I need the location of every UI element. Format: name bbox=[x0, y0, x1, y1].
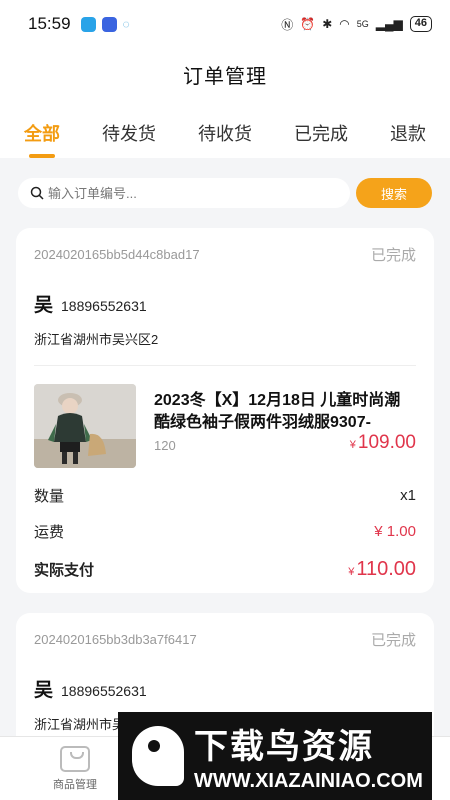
battery-indicator: 46 bbox=[409, 16, 432, 32]
child-photo-illustration bbox=[34, 384, 136, 468]
quantity-value: x1 bbox=[400, 486, 416, 504]
product-row[interactable]: 2023冬【X】12月18日 儿童时尚潮酷绿色袖子假两件羽绒服9307- 120… bbox=[34, 366, 416, 477]
price-amount: 109.00 bbox=[357, 432, 416, 453]
signal-icon: ▂▄▆ bbox=[375, 17, 403, 31]
alarm-icon: ⏰ bbox=[300, 17, 316, 31]
search-icon bbox=[30, 186, 44, 200]
shopping-bag-icon bbox=[60, 745, 90, 772]
order-number: 2024020165bb5d44c8bad17 bbox=[34, 246, 200, 262]
status-left: 15:59 ◌ bbox=[28, 14, 130, 34]
order-number: 2024020165bb3db3a7f6417 bbox=[34, 631, 197, 647]
order-tabs: 全部 待发货 待收货 已完成 退款 bbox=[0, 100, 450, 158]
tab-refund[interactable]: 退款 bbox=[390, 120, 426, 158]
watermark-text: 下载鸟资源 WWW.XIAZAINIAO.COM bbox=[194, 719, 423, 793]
status-bar: 15:59 ◌ Ⓝ ⏰ ✱ ◠ 5G ▂▄▆ 46 bbox=[0, 0, 450, 48]
tab-pending-receipt[interactable]: 待收货 bbox=[198, 120, 252, 158]
product-info: 2023冬【X】12月18日 儿童时尚潮酷绿色袖子假两件羽绒服9307- 120… bbox=[154, 384, 416, 477]
watermark-banner: 下载鸟资源 WWW.XIAZAINIAO.COM bbox=[118, 712, 432, 800]
status-time: 15:59 bbox=[28, 14, 71, 33]
shipping-row: 运费 ¥ 1.00 bbox=[34, 513, 416, 549]
bird-logo-icon bbox=[132, 726, 184, 786]
quantity-row: 数量 x1 bbox=[34, 477, 416, 513]
watermark-title: 下载鸟资源 bbox=[194, 728, 374, 766]
price-currency: ¥ bbox=[349, 439, 356, 451]
product-price: ¥109.00 bbox=[350, 432, 416, 454]
bluetooth-icon: ✱ bbox=[322, 17, 333, 31]
page-title: 订单管理 bbox=[183, 65, 267, 88]
quantity-label: 数量 bbox=[34, 487, 65, 505]
buyer-phone: 18896552631 bbox=[61, 683, 147, 699]
page-header: 订单管理 bbox=[0, 48, 450, 100]
wifi-icon: ◠ bbox=[339, 17, 350, 31]
order-status: 已完成 bbox=[370, 631, 416, 649]
order-status: 已完成 bbox=[370, 246, 416, 264]
shipping-label: 运费 bbox=[34, 523, 65, 541]
buyer-row: 吴 18896552631 bbox=[34, 675, 416, 702]
search-row: 搜索 bbox=[0, 158, 450, 208]
buyer-phone: 18896552631 bbox=[61, 298, 147, 314]
buyer-name: 吴 bbox=[34, 680, 54, 701]
buyer-address: 浙江省湖州市吴兴区2 bbox=[34, 329, 416, 366]
nav-label: 商品管理 bbox=[53, 778, 97, 791]
paid-amount: 110.00 bbox=[356, 557, 416, 580]
order-header: 2024020165bb5d44c8bad17 已完成 bbox=[34, 228, 416, 280]
status-right: Ⓝ ⏰ ✱ ◠ 5G ▂▄▆ 46 bbox=[281, 16, 432, 33]
nfc-icon: Ⓝ bbox=[281, 17, 294, 32]
shipping-value: ¥ 1.00 bbox=[374, 522, 416, 540]
paid-value: ¥110.00 bbox=[348, 558, 416, 581]
tab-completed[interactable]: 已完成 bbox=[294, 120, 348, 158]
buyer-row: 吴 18896552631 bbox=[34, 290, 416, 317]
paid-label: 实际支付 bbox=[34, 561, 95, 579]
tab-all[interactable]: 全部 bbox=[24, 120, 60, 158]
watermark-url: WWW.XIAZAINIAO.COM bbox=[194, 770, 423, 792]
chat-app-icon bbox=[80, 16, 96, 32]
browser-app-icon bbox=[101, 16, 117, 32]
network-label: 5G bbox=[356, 19, 369, 29]
product-image bbox=[34, 384, 136, 468]
order-header: 2024020165bb3db3a7f6417 已完成 bbox=[34, 613, 416, 665]
order-card[interactable]: 2024020165bb5d44c8bad17 已完成 吴 1889655263… bbox=[16, 228, 434, 593]
tab-pending-shipment[interactable]: 待发货 bbox=[102, 120, 156, 158]
search-notify-icon: ◌ bbox=[122, 17, 130, 31]
search-box bbox=[18, 178, 350, 208]
paid-row: 实际支付 ¥110.00 bbox=[34, 549, 416, 593]
search-input[interactable] bbox=[48, 185, 308, 201]
buyer-name: 吴 bbox=[34, 295, 54, 316]
paid-currency: ¥ bbox=[348, 565, 355, 578]
search-button[interactable]: 搜索 bbox=[356, 178, 432, 208]
product-title: 2023冬【X】12月18日 儿童时尚潮酷绿色袖子假两件羽绒服9307- bbox=[154, 392, 401, 431]
